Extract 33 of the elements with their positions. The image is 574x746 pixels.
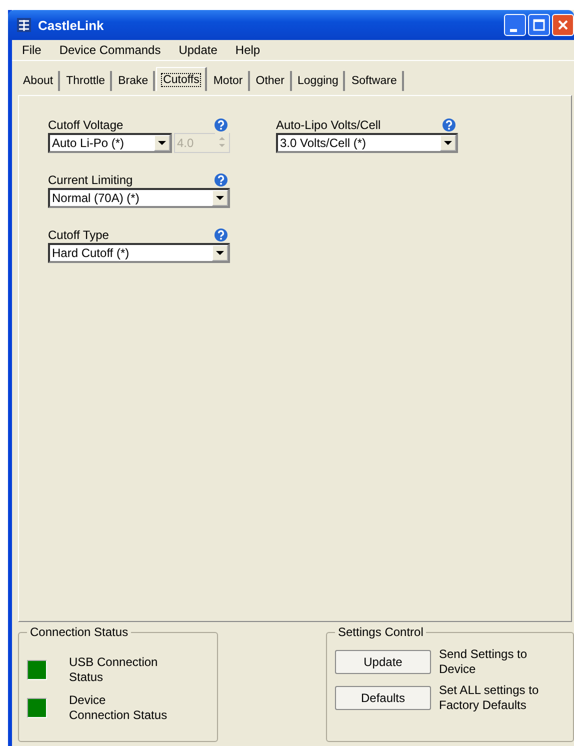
status-label: Device Connection Status <box>69 693 168 723</box>
field-label: Auto-Lipo Volts/Cell <box>276 118 381 132</box>
dropdown[interactable]: 3.0 Volts/Cell (*) <box>276 133 458 153</box>
maximize-icon <box>533 19 545 31</box>
menu-item[interactable]: File <box>22 43 42 57</box>
minimize-button[interactable] <box>504 14 526 36</box>
help-icon[interactable] <box>214 228 228 242</box>
app-icon <box>16 17 32 33</box>
menu-item[interactable]: Device Commands <box>59 43 161 57</box>
dropdown[interactable]: Auto Li-Po (*) <box>48 133 172 153</box>
field-label: Cutoff Voltage <box>48 118 124 132</box>
button-description: Send Settings to Device <box>439 647 528 677</box>
button-description: Set ALL settings to Factory Defaults <box>439 683 540 713</box>
dropdown[interactable]: Hard Cutoff (*) <box>48 243 230 263</box>
action-button[interactable]: Update <box>335 650 431 674</box>
menu-item[interactable]: Update <box>178 43 218 57</box>
help-icon[interactable] <box>442 118 456 132</box>
group-title: Settings Control <box>335 625 426 639</box>
field-label: Cutoff Type <box>48 228 109 242</box>
maximize-button[interactable] <box>528 14 550 36</box>
minimize-icon <box>510 28 516 32</box>
help-icon[interactable] <box>214 173 228 187</box>
dropdown[interactable]: Normal (70A) (*) <box>48 188 230 208</box>
status-label: USB Connection Status <box>69 655 159 685</box>
tab[interactable]: Cutoffs <box>156 67 208 91</box>
action-button[interactable]: Defaults <box>335 686 431 710</box>
window-title: CastleLink <box>38 18 105 32</box>
close-icon <box>557 19 569 31</box>
group-title: Connection Status <box>27 625 132 639</box>
field-label: Current Limiting <box>48 173 133 187</box>
close-button[interactable] <box>552 14 574 36</box>
menu-item[interactable]: Help <box>235 43 260 57</box>
help-icon[interactable] <box>214 118 228 132</box>
